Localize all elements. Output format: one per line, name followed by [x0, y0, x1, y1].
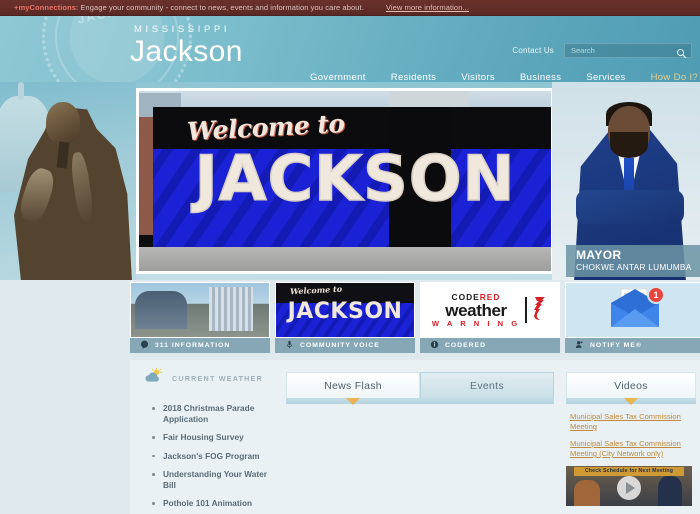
tile-notify-me-image: 1 — [565, 282, 700, 338]
mayor-folded-arms — [576, 190, 684, 224]
tile-mural-word: JACKSON — [287, 299, 403, 324]
play-icon[interactable] — [617, 476, 641, 501]
nav-item-visitors[interactable]: Visitors — [461, 72, 495, 82]
main-navigation: Government Residents Visitors Business S… — [310, 72, 698, 82]
person-add-icon — [575, 340, 584, 351]
statue-head — [46, 102, 80, 144]
alert-bar: +myConnections : Engage your community -… — [0, 0, 700, 16]
page-root: +myConnections : Engage your community -… — [0, 0, 700, 514]
alert-message: : Engage your community - connect to new… — [76, 3, 364, 12]
video-link[interactable]: Municipal Sales Tax Commission Meeting (… — [570, 439, 692, 459]
tile-community-voice-bar[interactable]: COMMUNITY VOICE — [275, 338, 415, 353]
site-header: CITY OF JACKSON MISSISSIPPI Jackson Gove… — [0, 16, 700, 82]
videos-panel: Videos Municipal Sales Tax Commission Me… — [566, 372, 696, 506]
tile-311-label: 311 INFORMATION — [155, 342, 231, 349]
mayor-caption: MAYOR CHOKWE ANTAR LUMUMBA — [566, 245, 700, 277]
sidebar-column: CURRENT WEATHER 2018 Christmas Parade Ap… — [130, 367, 278, 514]
tab-row: News Flash Events — [286, 372, 554, 398]
alert-brand: +myConnections — [14, 3, 77, 12]
tab-videos[interactable]: Videos — [566, 372, 696, 398]
tab-news-flash[interactable]: News Flash — [286, 372, 420, 398]
codered-code-red: CODERED — [432, 291, 520, 302]
nav-item-residents[interactable]: Residents — [391, 72, 436, 82]
info-circle-icon — [430, 340, 439, 351]
mayor-name: CHOKWE ANTAR LUMUMBA — [576, 262, 692, 272]
nav-item-how-do-i[interactable]: How Do I? — [651, 72, 699, 82]
tile-community-voice-image: Welcome to JACKSON — [275, 282, 415, 338]
alert-view-more-link[interactable]: View more information... — [386, 3, 469, 12]
lower-content: CURRENT WEATHER 2018 Christmas Parade Ap… — [0, 360, 700, 514]
tile-codered-bar[interactable]: CODERED — [420, 338, 560, 353]
hero-section: Welcome to JACKSON MAYOR CHOKWE ANTAR LU… — [0, 82, 700, 280]
contact-us-link[interactable]: Contact Us — [512, 46, 554, 55]
video-links: Municipal Sales Tax Commission Meeting M… — [566, 404, 696, 459]
mayor-beard — [610, 132, 648, 158]
codered-code-text: CODE — [451, 291, 480, 302]
utility-bar: Contact Us — [512, 43, 692, 59]
quicklink-tiles: 311 INFORMATION Welcome to JACKSON COMMU… — [130, 282, 700, 360]
video-figure-left — [574, 480, 600, 506]
video-thumbnail-caption: Check Schedule for Next Meeting — [574, 467, 684, 476]
tile-notify-me-bar[interactable]: NOTIFY ME® — [565, 338, 700, 353]
current-weather-label: CURRENT WEATHER — [172, 374, 263, 383]
hero-mural-image[interactable]: Welcome to JACKSON — [136, 88, 554, 274]
search-icon[interactable] — [676, 46, 687, 64]
codered-weather-text: weather — [445, 300, 507, 320]
logo-city: Jackson — [130, 35, 243, 68]
video-thumbnail[interactable]: Check Schedule for Next Meeting — [566, 466, 692, 506]
video-link[interactable]: Municipal Sales Tax Commission Meeting — [570, 412, 692, 432]
news-events-panel: News Flash Events — [286, 372, 554, 508]
notify-badge: 1 — [647, 285, 665, 304]
site-logo[interactable]: MISSISSIPPI Jackson — [130, 24, 243, 68]
mayor-photo[interactable]: MAYOR CHOKWE ANTAR LUMUMBA — [552, 82, 700, 280]
mural-jackson-text: JACKSON — [194, 142, 516, 215]
tile-community-voice[interactable]: Welcome to JACKSON COMMUNITY VOICE — [275, 282, 415, 360]
left-gutter — [0, 360, 130, 514]
news-flash-content — [286, 404, 554, 508]
tile-codered-image: CODERED weather W A R N I N G — [420, 282, 560, 338]
tile-community-voice-label: COMMUNITY VOICE — [300, 342, 380, 349]
tile-311-image — [130, 282, 270, 338]
tile-mural-script: Welcome to — [289, 283, 343, 297]
nav-item-services[interactable]: Services — [586, 72, 625, 82]
codered-divider — [525, 297, 528, 323]
tile-codered-label: CODERED — [445, 342, 486, 349]
list-item[interactable]: Understanding Your Water Bill — [150, 469, 278, 490]
codered-red-text: RED — [479, 291, 501, 302]
list-item[interactable]: 2018 Christmas Parade Application — [150, 403, 278, 424]
tile-notify-me[interactable]: 1 NOTIFY ME® — [565, 282, 700, 360]
nav-item-government[interactable]: Government — [310, 72, 366, 82]
current-weather-header[interactable]: CURRENT WEATHER — [130, 367, 278, 389]
list-item[interactable]: Fair Housing Survey — [150, 432, 278, 443]
videos-tab-caret-icon — [624, 398, 638, 405]
logo-state: MISSISSIPPI — [134, 24, 231, 35]
mayor-title: MAYOR — [576, 248, 622, 262]
nav-item-business[interactable]: Business — [520, 72, 561, 82]
envelope-icon: 1 — [607, 285, 665, 334]
active-tab-caret-icon — [346, 398, 360, 405]
video-figure-right — [658, 476, 682, 506]
microphone-icon — [285, 340, 294, 351]
speech-bubble-icon — [140, 340, 149, 351]
tile-notify-me-label: NOTIFY ME® — [590, 342, 642, 349]
statue-photo — [0, 82, 136, 280]
sidebar-news-list: 2018 Christmas Parade Application Fair H… — [130, 403, 278, 509]
tile-311-information[interactable]: 311 INFORMATION — [130, 282, 270, 360]
search-input[interactable] — [565, 46, 691, 55]
videos-tab-row: Videos — [566, 372, 696, 398]
sun-cloud-icon — [144, 367, 164, 389]
tab-events[interactable]: Events — [420, 372, 554, 398]
tile-codered[interactable]: CODERED weather W A R N I N G CODERED — [420, 282, 560, 360]
codered-wordmark: CODERED weather W A R N I N G — [431, 291, 521, 328]
tornado-icon — [532, 294, 548, 327]
list-item[interactable]: Pothole 101 Animation — [150, 498, 278, 509]
search-box[interactable] — [564, 43, 692, 59]
codered-logo: CODERED weather W A R N I N G — [431, 291, 548, 328]
list-item[interactable]: Jackson's FOG Program — [150, 451, 278, 462]
tile-311-bar[interactable]: 311 INFORMATION — [130, 338, 270, 353]
mural-parking-lot — [139, 247, 551, 271]
mural-building-right — [389, 91, 469, 107]
codered-warning-text: W A R N I N G — [431, 318, 521, 328]
